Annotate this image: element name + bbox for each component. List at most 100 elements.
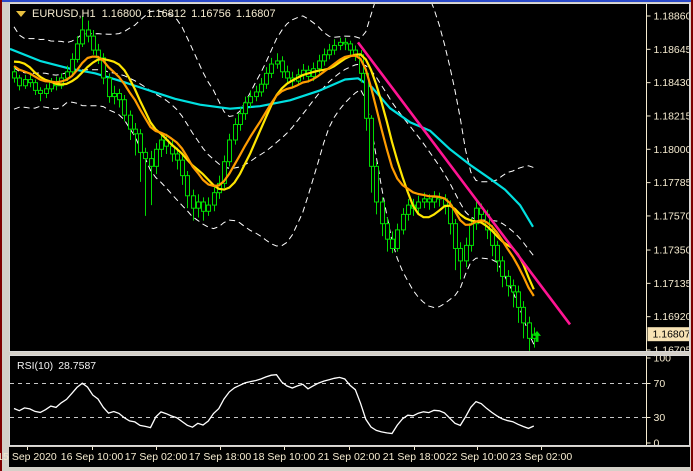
time-tick bbox=[477, 447, 478, 450]
rsi-indicator-panel[interactable]: 10070300 RSI(10) 28.7587 bbox=[9, 355, 690, 446]
candlestick bbox=[370, 115, 374, 192]
rsi-tick-label: 0 bbox=[654, 438, 660, 446]
time-tick bbox=[27, 447, 28, 450]
candlestick bbox=[517, 286, 521, 323]
candlestick bbox=[186, 171, 190, 208]
time-label: 21 Sep 02:00 bbox=[318, 451, 380, 463]
candlestick bbox=[181, 155, 185, 184]
price-tick-label: 1.18645 bbox=[654, 44, 690, 56]
time-label: 17 Sep 18:00 bbox=[189, 451, 251, 463]
ohlc-high: 1.16812 bbox=[146, 8, 186, 20]
candlestick bbox=[496, 241, 500, 272]
rsi-title: RSI(10) 28.7587 bbox=[17, 360, 96, 372]
candlestick bbox=[207, 197, 211, 216]
bollinger-lower bbox=[14, 90, 534, 345]
candlestick bbox=[249, 90, 253, 107]
symbol-dropdown-arrow-icon[interactable] bbox=[16, 11, 26, 17]
candlestick bbox=[102, 53, 106, 84]
candlestick bbox=[354, 45, 358, 60]
candlestick bbox=[108, 73, 112, 102]
time-tick bbox=[220, 447, 221, 450]
candlestick bbox=[459, 242, 463, 279]
window-frame-top bbox=[0, 0, 693, 2]
time-label: 21 Sep 18:00 bbox=[383, 451, 445, 463]
candlestick bbox=[192, 190, 196, 221]
candlestick bbox=[81, 16, 85, 47]
candlestick bbox=[92, 30, 96, 55]
candlestick bbox=[528, 317, 532, 351]
price-tick-label: 1.17785 bbox=[654, 177, 690, 189]
ohlc-low: 1.16756 bbox=[191, 8, 231, 20]
candlestick bbox=[323, 49, 327, 66]
time-tick bbox=[284, 447, 285, 450]
price-tick-label: 1.17135 bbox=[654, 278, 690, 290]
candlestick bbox=[465, 238, 469, 267]
candlestick bbox=[129, 111, 133, 140]
time-axis[interactable]: 15 Sep 202016 Sep 10:0017 Sep 02:0017 Se… bbox=[9, 447, 690, 467]
candlestick bbox=[276, 53, 280, 68]
rsi-value: 28.7587 bbox=[58, 360, 96, 372]
candlestick bbox=[501, 256, 505, 287]
price-tick-label: 1.17570 bbox=[654, 210, 690, 222]
time-tick bbox=[414, 447, 415, 450]
price-tick-label: 1.16920 bbox=[654, 311, 690, 323]
candlestick bbox=[402, 208, 406, 234]
candlestick bbox=[339, 38, 343, 50]
symbol-label: EURUSD,H1 bbox=[32, 8, 96, 20]
candlestick bbox=[244, 97, 248, 120]
candlestick bbox=[113, 86, 117, 105]
candlestick bbox=[386, 217, 390, 251]
price-chart-panel[interactable]: 1.188601.186451.184301.182151.180001.177… bbox=[9, 3, 690, 352]
candlestick bbox=[234, 118, 238, 144]
time-label: 23 Sep 02:00 bbox=[510, 451, 572, 463]
candlestick-series bbox=[13, 16, 537, 351]
candlestick bbox=[71, 53, 75, 75]
ohlc-open: 1.16800 bbox=[102, 8, 142, 20]
mt4-chart-window: { "header": { "symbol": "EURUSD,H1", "op… bbox=[0, 0, 693, 471]
candlestick bbox=[239, 107, 243, 130]
candlestick bbox=[134, 123, 138, 156]
candlestick bbox=[255, 86, 259, 101]
candlestick bbox=[139, 129, 143, 182]
candlestick bbox=[281, 56, 285, 78]
candlestick bbox=[375, 162, 379, 215]
current-price-label: 1.16807 bbox=[653, 329, 690, 341]
candlestick-chart[interactable]: 1.188601.186451.184301.182151.180001.177… bbox=[10, 4, 689, 351]
rsi-tick-label: 30 bbox=[654, 412, 666, 424]
candlestick bbox=[228, 134, 232, 167]
candlestick bbox=[18, 75, 22, 90]
price-tick-label: 1.18860 bbox=[654, 11, 690, 23]
time-tick bbox=[541, 447, 542, 450]
candlestick bbox=[475, 200, 479, 229]
price-tick-label: 1.18215 bbox=[654, 110, 690, 122]
candlestick bbox=[50, 78, 54, 92]
time-label: 16 Sep 10:00 bbox=[61, 451, 123, 463]
candlestick bbox=[507, 270, 511, 296]
ohlc-close: 1.16807 bbox=[236, 8, 276, 20]
price-tick-label: 1.18430 bbox=[654, 77, 690, 89]
candlestick bbox=[512, 279, 516, 307]
time-tick bbox=[349, 447, 350, 450]
candlestick bbox=[87, 21, 91, 43]
candlestick bbox=[34, 80, 38, 95]
candlestick bbox=[265, 67, 269, 89]
candlestick bbox=[150, 151, 154, 205]
rsi-chart[interactable]: 10070300 bbox=[10, 356, 689, 445]
candlestick bbox=[333, 39, 337, 54]
rsi-tick-label: 70 bbox=[654, 378, 666, 390]
rsi-axis[interactable]: 10070300 bbox=[647, 356, 672, 445]
candlestick bbox=[391, 231, 395, 253]
trendline[interactable] bbox=[358, 42, 570, 324]
time-label: 17 Sep 02:00 bbox=[125, 451, 187, 463]
candlestick bbox=[522, 301, 526, 338]
candlestick bbox=[202, 197, 206, 220]
time-label: 22 Sep 10:00 bbox=[446, 451, 508, 463]
price-axis[interactable]: 1.188601.186451.184301.182151.180001.177… bbox=[647, 4, 690, 351]
candlestick bbox=[144, 148, 148, 216]
candlestick bbox=[407, 199, 411, 221]
time-tick bbox=[92, 447, 93, 450]
candlestick bbox=[381, 197, 385, 236]
candlestick bbox=[328, 44, 332, 59]
candlestick bbox=[270, 58, 274, 78]
candlestick bbox=[24, 75, 28, 89]
